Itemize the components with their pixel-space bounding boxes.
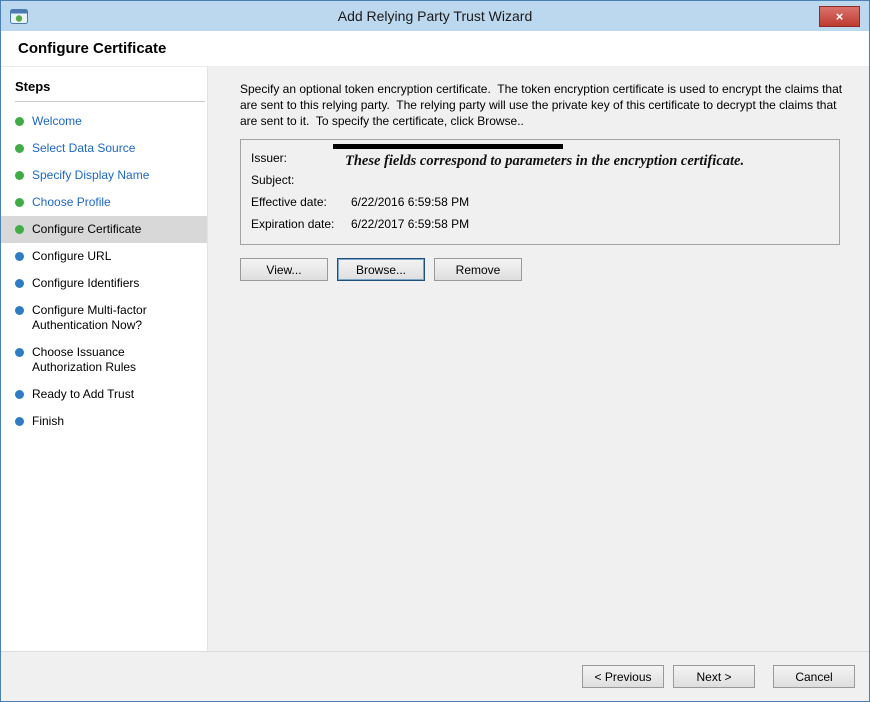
expiration-date-label: Expiration date:	[251, 213, 351, 235]
step-label: Choose Issuance Authorization Rules	[32, 345, 197, 375]
step-pending-icon	[15, 306, 24, 315]
sidebar-item-choose-profile[interactable]: Choose Profile	[1, 189, 207, 216]
step-done-icon	[15, 144, 24, 153]
sidebar-item-configure-identifiers: Configure Identifiers	[1, 270, 207, 297]
step-label: Ready to Add Trust	[32, 387, 134, 402]
next-button[interactable]: Next >	[673, 665, 755, 688]
main-content: Specify an optional token encryption cer…	[208, 67, 869, 651]
sidebar-item-finish: Finish	[1, 408, 207, 435]
previous-button[interactable]: < Previous	[582, 665, 664, 688]
effective-date-value: 6/22/2016 6:59:58 PM	[351, 191, 469, 213]
wizard-app-icon	[10, 9, 28, 24]
sidebar-item-ready-to-add-trust: Ready to Add Trust	[1, 381, 207, 408]
step-label: Welcome	[32, 114, 82, 129]
step-label: Configure Certificate	[32, 222, 141, 237]
certificate-details-box: These fields correspond to parameters in…	[240, 139, 840, 245]
certificate-actions: View... Browse... Remove	[240, 258, 849, 281]
effective-date-label: Effective date:	[251, 191, 351, 213]
close-icon: ×	[836, 9, 844, 24]
sidebar-item-configure-url: Configure URL	[1, 243, 207, 270]
cancel-button[interactable]: Cancel	[773, 665, 855, 688]
step-label: Finish	[32, 414, 64, 429]
step-label: Select Data Source	[32, 141, 135, 156]
body: Steps Welcome Select Data Source Specify…	[1, 67, 869, 651]
annotation-text: These fields correspond to parameters in…	[345, 153, 744, 170]
subject-label: Subject:	[251, 169, 351, 191]
view-button[interactable]: View...	[240, 258, 328, 281]
step-done-icon	[15, 198, 24, 207]
step-pending-icon	[15, 417, 24, 426]
step-label: Choose Profile	[32, 195, 111, 210]
remove-button[interactable]: Remove	[434, 258, 522, 281]
step-current-icon	[15, 225, 24, 234]
step-pending-icon	[15, 390, 24, 399]
wizard-window: Add Relying Party Trust Wizard × Configu…	[0, 0, 870, 702]
sidebar-item-choose-issuance-rules: Choose Issuance Authorization Rules	[1, 339, 207, 381]
step-done-icon	[15, 171, 24, 180]
certificate-field-row: Effective date: 6/22/2016 6:59:58 PM	[251, 191, 829, 213]
redaction-mark	[333, 144, 563, 149]
sidebar-item-configure-mfa: Configure Multi-factor Authentication No…	[1, 297, 207, 339]
intro-text: Specify an optional token encryption cer…	[240, 81, 849, 129]
step-label: Specify Display Name	[32, 168, 149, 183]
sidebar-item-specify-display-name[interactable]: Specify Display Name	[1, 162, 207, 189]
issuer-label: Issuer:	[251, 147, 351, 169]
page-title: Configure Certificate	[18, 40, 166, 57]
step-pending-icon	[15, 252, 24, 261]
sidebar-item-select-data-source[interactable]: Select Data Source	[1, 135, 207, 162]
steps-sidebar: Steps Welcome Select Data Source Specify…	[1, 67, 208, 651]
window-title: Add Relying Party Trust Wizard	[1, 8, 869, 24]
footer: < Previous Next > Cancel	[1, 651, 869, 701]
browse-button[interactable]: Browse...	[337, 258, 425, 281]
step-label: Configure Identifiers	[32, 276, 139, 291]
close-button[interactable]: ×	[819, 6, 860, 27]
expiration-date-value: 6/22/2017 6:59:58 PM	[351, 213, 469, 235]
step-label: Configure Multi-factor Authentication No…	[32, 303, 197, 333]
step-done-icon	[15, 117, 24, 126]
step-label: Configure URL	[32, 249, 111, 264]
sidebar-item-welcome[interactable]: Welcome	[1, 108, 207, 135]
steps-heading: Steps	[1, 77, 207, 101]
page-header: Configure Certificate	[1, 31, 869, 67]
certificate-field-row: Subject:	[251, 169, 829, 191]
step-pending-icon	[15, 348, 24, 357]
certificate-field-row: Expiration date: 6/22/2017 6:59:58 PM	[251, 213, 829, 235]
titlebar: Add Relying Party Trust Wizard ×	[1, 1, 869, 31]
sidebar-item-configure-certificate: Configure Certificate	[1, 216, 207, 243]
steps-divider	[15, 101, 205, 102]
step-pending-icon	[15, 279, 24, 288]
